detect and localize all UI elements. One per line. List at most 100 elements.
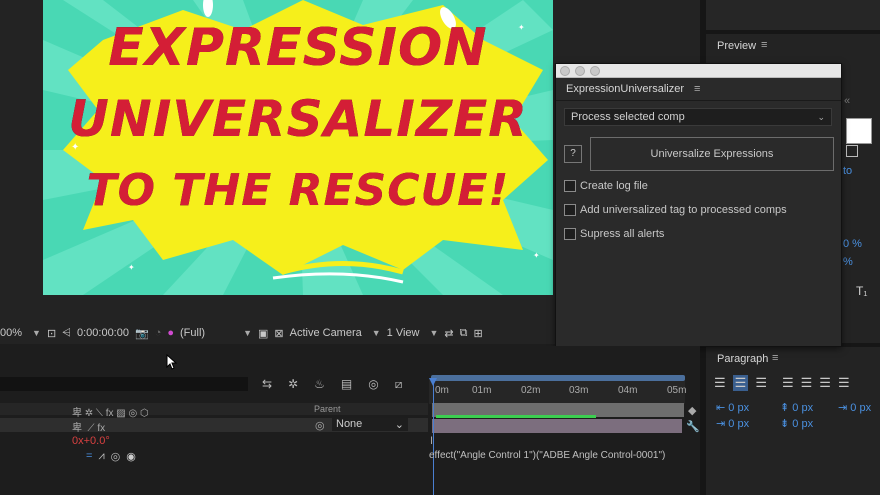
layer-duration-bar-selected[interactable] xyxy=(432,419,682,433)
zoom-dropdown[interactable]: 00% ▼ xyxy=(0,327,41,339)
reset-exposure-icon[interactable]: ⇄ xyxy=(444,327,453,340)
checkbox[interactable] xyxy=(564,204,576,216)
window-titlebar[interactable] xyxy=(556,64,841,78)
justify-last-right-icon[interactable]: ☰ xyxy=(819,375,831,391)
rotation-value[interactable]: 0x+0.0° xyxy=(72,435,110,447)
space-after[interactable]: ⇟ 0 px xyxy=(780,417,813,430)
info-panel-stub xyxy=(706,0,880,34)
toggle-transparency-icon[interactable]: ⊠ xyxy=(274,327,283,340)
transparency-grid-icon[interactable]: ⩤ xyxy=(62,327,71,340)
headline-line-3: TO THE RESCUE! xyxy=(86,165,510,216)
pick-whip-icon[interactable]: ◎ xyxy=(315,419,325,432)
option-add-tag[interactable]: Add universalized tag to processed comps xyxy=(564,204,787,216)
show-snapshot-icon[interactable]: ◔ xyxy=(155,327,162,339)
layer-switches[interactable]: 卑 ⟋ fx xyxy=(72,419,105,434)
option-label: Supress all alerts xyxy=(580,228,665,240)
indent-right[interactable]: ⇥ 0 px xyxy=(716,417,749,430)
scale-percent-2[interactable]: % xyxy=(843,256,853,268)
timeline-panel[interactable]: ⇆ ✲ ♨ ▤ ◎ ⧄ 卑 ✲ ⟍ fx ▨ ◎ ⬡ Parent 卑 ⟋ fx… xyxy=(0,346,700,495)
timecode[interactable]: 0:00:00:00 xyxy=(77,327,129,339)
plugin-window[interactable]: ExpressionUniversalizer ≡ Process select… xyxy=(555,63,842,347)
channel-rgb-icon[interactable]: ● xyxy=(167,327,174,339)
expression-graph-icon[interactable]: ⩘ xyxy=(98,450,104,463)
close-window-icon[interactable] xyxy=(560,65,570,76)
chevron-down-icon: ▼ xyxy=(243,328,252,338)
expression-wrench-icon[interactable]: 🔧 xyxy=(686,420,700,433)
option-suppress-alerts[interactable]: Supress all alerts xyxy=(564,228,664,240)
subscript-button[interactable]: T₁ xyxy=(856,284,867,298)
comp-button-icon[interactable]: ◆ xyxy=(688,404,696,417)
motion-blur-icon[interactable]: ◎ xyxy=(368,377,378,392)
align-center-icon[interactable]: ☰ xyxy=(732,375,749,391)
playhead[interactable] xyxy=(433,382,434,495)
mode-select[interactable]: Process selected comp ⌄ xyxy=(564,108,832,126)
graph-editor-icon[interactable]: ⧄ xyxy=(395,377,403,392)
justify-all-icon[interactable]: ☰ xyxy=(838,375,850,391)
resolution-dropdown[interactable]: (Full) ▼ xyxy=(180,327,252,339)
snapshot-camera-icon[interactable]: 📷 xyxy=(135,327,149,340)
expression-text[interactable]: effect("Angle Control 1")("ADBE Angle Co… xyxy=(429,450,665,461)
comp-marker-icon[interactable]: ⇆ xyxy=(262,377,272,392)
camera-value: Active Camera xyxy=(289,327,362,339)
option-label: Add universalized tag to processed comps xyxy=(580,204,787,216)
time-ruler[interactable]: 0m 01m 02m 03m 04m 05m xyxy=(429,378,686,404)
panel-menu-icon[interactable]: ≡ xyxy=(761,39,767,51)
ruler-tick: 02m xyxy=(521,385,541,396)
layer-search-input[interactable] xyxy=(0,377,248,391)
align-right-icon[interactable]: ☰ xyxy=(755,375,767,391)
option-label: Create log file xyxy=(580,180,648,192)
text-cursor-icon: I xyxy=(430,435,434,447)
headline-line-1: EXPRESSION xyxy=(108,18,488,78)
parent-value: None xyxy=(336,418,363,430)
chevron-down-icon: ⌄ xyxy=(817,111,825,122)
fill-color-swatch[interactable] xyxy=(846,118,872,144)
first-line-indent-value: 0 px xyxy=(850,402,872,414)
frame-blending-icon[interactable]: ▤ xyxy=(341,377,352,392)
views-value: 1 View xyxy=(386,327,420,339)
collapse-arrow-icon[interactable]: « xyxy=(844,95,850,107)
option-create-log[interactable]: Create log file xyxy=(564,180,648,192)
3d-view-icon[interactable]: ⧉ xyxy=(460,327,468,340)
leading-auto-value[interactable]: to xyxy=(843,165,852,177)
checkbox[interactable] xyxy=(564,180,576,192)
region-of-interest-icon[interactable]: ⊡ xyxy=(47,327,56,340)
align-left-icon[interactable]: ☰ xyxy=(714,375,726,391)
views-dropdown[interactable]: 1 View ▼ xyxy=(387,327,439,339)
expression-menu-icon[interactable]: ◉ xyxy=(126,450,136,463)
flowchart-icon[interactable]: ⊞ xyxy=(474,327,483,340)
panel-menu-icon[interactable]: ≡ xyxy=(772,352,778,364)
expression-enable-icon[interactable]: = xyxy=(86,450,92,463)
scale-percent-1[interactable]: 0 % xyxy=(843,238,862,250)
help-button[interactable]: ? xyxy=(564,145,582,163)
pick-whip-icon[interactable]: ◎ xyxy=(111,450,121,463)
fast-preview-icon[interactable]: ▣ xyxy=(258,327,268,340)
paragraph-panel-title[interactable]: Paragraph xyxy=(717,353,768,365)
no-fill-icon[interactable] xyxy=(846,145,858,157)
space-before[interactable]: ⇞ 0 px xyxy=(780,401,813,414)
universalize-expressions-button[interactable]: Universalize Expressions xyxy=(590,137,834,171)
switches-header-icons: 卑 ✲ ⟍ fx ▨ ◎ ⬡ xyxy=(72,408,149,419)
first-line-indent[interactable]: ⇥ 0 px xyxy=(838,401,871,414)
shy-layers-icon[interactable]: ♨ xyxy=(314,377,325,392)
checkbox[interactable] xyxy=(564,228,576,240)
expression-controls: = ⩘ ◎ ◉ xyxy=(86,450,136,463)
plugin-title[interactable]: ExpressionUniversalizer xyxy=(566,83,684,95)
justify-last-center-icon[interactable]: ☰ xyxy=(801,375,813,391)
minimize-window-icon[interactable] xyxy=(575,65,585,76)
artboard[interactable]: ✦ ✦ ✦ ✦ EXPRESSION UNIVERSALIZER TO THE … xyxy=(43,0,553,295)
alignment-buttons: ☰ ☰ ☰ ☰ ☰ ☰ ☰ xyxy=(714,375,850,391)
work-area-bar[interactable] xyxy=(431,375,685,381)
parent-dropdown[interactable]: None ⌄ xyxy=(332,418,408,431)
chevron-down-icon: ▼ xyxy=(429,328,439,338)
zoom-window-icon[interactable] xyxy=(590,65,600,76)
indent-left[interactable]: ⇤ 0 px xyxy=(716,401,749,414)
panel-menu-icon[interactable]: ≡ xyxy=(694,83,700,95)
chevron-down-icon: ▼ xyxy=(371,328,381,338)
ruler-tick: 0m xyxy=(435,385,449,396)
justify-last-left-icon[interactable]: ☰ xyxy=(782,375,794,391)
preview-panel-title[interactable]: Preview xyxy=(717,40,756,52)
headline-line-2: UNIVERSALIZER xyxy=(68,90,528,148)
ruler-tick: 03m xyxy=(569,385,589,396)
camera-dropdown[interactable]: Active Camera ▼ xyxy=(290,327,381,339)
draft-3d-icon[interactable]: ✲ xyxy=(288,377,298,392)
